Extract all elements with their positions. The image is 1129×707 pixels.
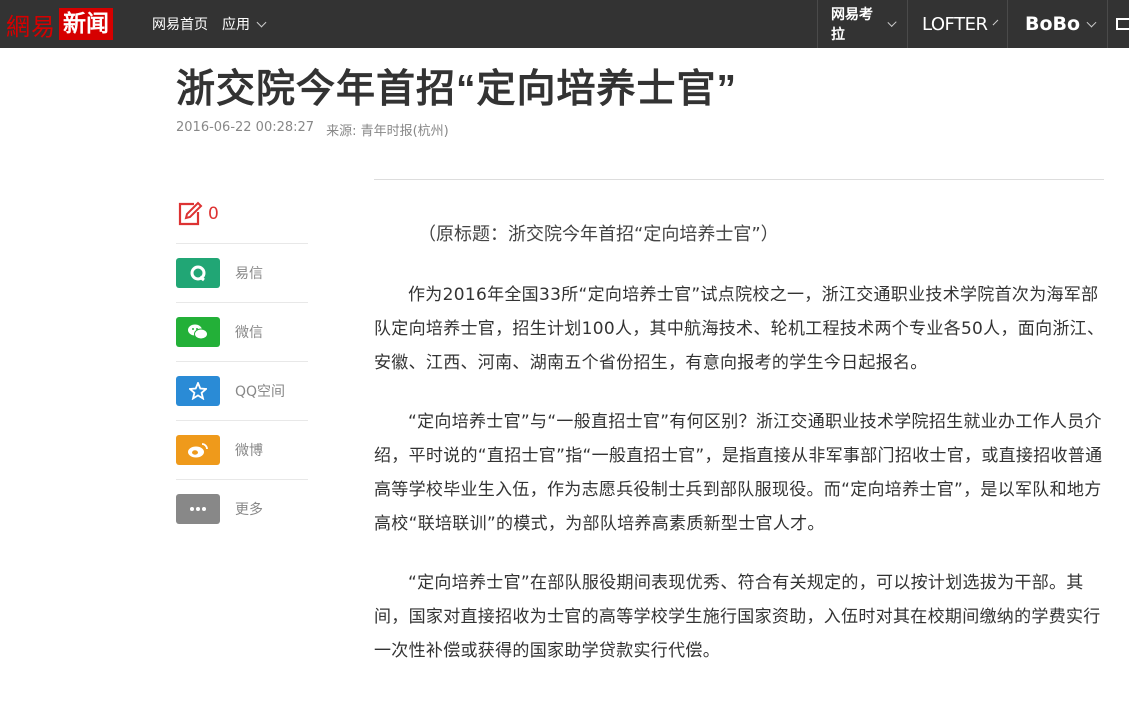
- share-wechat-label: 微信: [235, 325, 263, 341]
- comment-count: 0: [208, 204, 219, 224]
- share-list: 易信 微信 QQ空间 微博 更多: [176, 243, 308, 538]
- logo-netease-text: 網易: [6, 12, 56, 41]
- share-yixin-label: 易信: [235, 266, 263, 282]
- top-navigation-bar: 網易 新闻 网易首页 应用 网易考拉 LOFTER BoBo: [0, 0, 1129, 48]
- main-nav: 网易首页 应用: [152, 0, 279, 48]
- nav-bobo-label: BoBo: [1025, 13, 1081, 35]
- article-paragraph: 作为2016年全国33所“定向培养士官”试点院校之一，浙江交通职业技术学院首次为…: [374, 285, 1105, 373]
- weibo-icon: [176, 435, 220, 465]
- content-divider: [374, 179, 1104, 180]
- chevron-down-icon: [887, 17, 897, 27]
- share-yixin[interactable]: 易信: [176, 243, 308, 302]
- share-qzone[interactable]: QQ空间: [176, 361, 308, 420]
- share-weibo[interactable]: 微博: [176, 420, 308, 479]
- nav-mail[interactable]: [1107, 0, 1129, 48]
- mail-icon: [1116, 18, 1129, 30]
- chevron-down-icon: [993, 19, 999, 25]
- original-title: （原标题：浙交院今年首招“定向培养士官”）: [418, 224, 779, 245]
- article-paragraph: “定向培养士官”在部队服役期间表现优秀、符合有关规定的，可以按计划选拔为干部。其…: [374, 573, 1101, 661]
- comment-edit-icon: [178, 201, 203, 226]
- article-body: （原标题：浙交院今年首招“定向培养士官”） 作为2016年全国33所“定向培养士…: [374, 218, 1106, 693]
- share-more[interactable]: 更多: [176, 479, 308, 538]
- chevron-down-icon: [256, 17, 267, 27]
- nav-kaola-label: 网易考拉: [831, 7, 873, 43]
- publish-time: 2016-06-22 00:28:27: [176, 120, 315, 135]
- right-nav: 网易考拉 LOFTER BoBo: [817, 0, 1129, 48]
- article-paragraph: “定向培养士官”与“一般直招士官”有何区别？浙江交通职业技术学院招生就业办工作人…: [374, 412, 1103, 534]
- nav-kaola[interactable]: 网易考拉: [817, 0, 907, 48]
- qzone-icon: [176, 376, 220, 406]
- article-source[interactable]: 来源: 青年时报(杭州): [326, 120, 449, 139]
- more-icon: [176, 494, 220, 524]
- article-title: 浙交院今年首招“定向培养士官”: [176, 68, 738, 111]
- share-wechat[interactable]: 微信: [176, 302, 308, 361]
- wechat-icon: [176, 317, 220, 347]
- nav-lofter-label: LOFTER: [922, 13, 988, 35]
- nav-bobo[interactable]: BoBo: [1007, 0, 1107, 48]
- article-meta: 2016-06-22 00:28:27 来源: 青年时报(杭州): [176, 120, 449, 139]
- chevron-down-icon: [1086, 17, 1097, 27]
- nav-apps-label: 应用: [222, 17, 250, 33]
- netease-news-logo[interactable]: 網易 新闻: [6, 8, 113, 41]
- share-more-label: 更多: [235, 502, 263, 518]
- nav-apps[interactable]: 应用: [222, 14, 267, 34]
- yixin-icon: [176, 258, 220, 288]
- nav-netease-home[interactable]: 网易首页: [152, 14, 208, 34]
- share-qzone-label: QQ空间: [235, 384, 286, 400]
- comment-button[interactable]: 0: [176, 200, 219, 228]
- share-weibo-label: 微博: [235, 443, 263, 459]
- nav-lofter[interactable]: LOFTER: [907, 0, 1007, 48]
- logo-news-text: 新闻: [59, 8, 113, 40]
